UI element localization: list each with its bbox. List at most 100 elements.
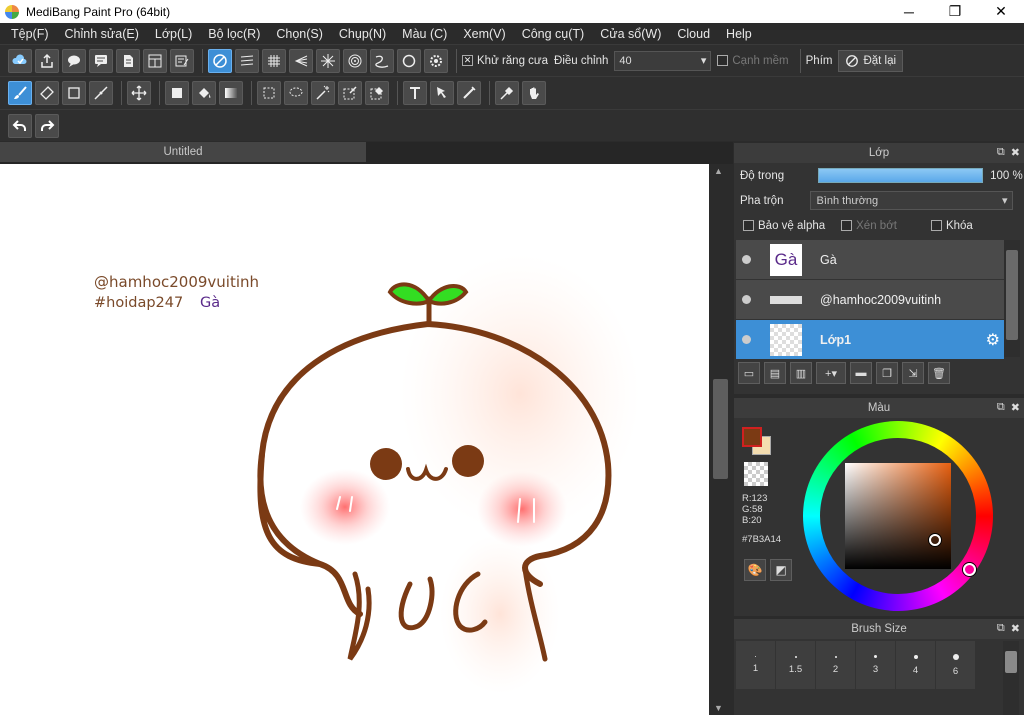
clipping-checkbox[interactable] (841, 220, 853, 231)
scroll-up-icon[interactable]: ▲ (714, 166, 723, 176)
close-panel-icon[interactable]: ✖ (1011, 622, 1020, 635)
menu-file[interactable]: Tệp(F) (3, 27, 57, 41)
menu-help[interactable]: Help (718, 27, 760, 41)
parallel-snap-icon[interactable] (235, 48, 259, 73)
sv-picker-marker[interactable] (929, 534, 941, 546)
move-tool-icon[interactable] (127, 81, 151, 105)
duplicate-layer-icon[interactable]: ❐ (876, 362, 898, 384)
gradient-tool-icon[interactable] (219, 81, 243, 105)
hand-tool-icon[interactable] (522, 81, 546, 105)
canvas-vertical-scrollbar[interactable]: ▲ ▼ (709, 164, 733, 715)
soft-edge-checkbox[interactable] (717, 55, 729, 66)
curve-snap-icon[interactable] (370, 48, 394, 73)
menu-layer[interactable]: Lớp(L) (147, 27, 200, 41)
brush-size-scrollbar[interactable] (1003, 641, 1019, 715)
adjust-select[interactable]: 40 ▾ (614, 50, 712, 71)
fill-rect-tool-icon[interactable] (165, 81, 189, 105)
snap-settings-icon[interactable] (424, 48, 448, 73)
blur-tool-icon[interactable] (89, 81, 113, 105)
radial-snap-icon[interactable] (316, 48, 340, 73)
layer-list-scrollbar[interactable] (1004, 240, 1020, 357)
circle-snap-icon[interactable] (397, 48, 421, 73)
bucket-tool-icon[interactable] (192, 81, 216, 105)
color-settings-icon[interactable]: ◩ (770, 559, 792, 581)
clipping-option[interactable]: Xén bớt (841, 220, 897, 232)
undock-icon[interactable]: ⧉ (997, 401, 1005, 414)
document-tab[interactable]: Untitled (0, 142, 366, 162)
delete-layer-icon[interactable]: 🗑 (928, 362, 950, 384)
visibility-icon[interactable] (742, 255, 751, 264)
select-rect-tool-icon[interactable] (257, 81, 281, 105)
layer-item[interactable]: Gà Gà (736, 240, 1004, 279)
brush-size-option[interactable]: 2 (816, 641, 855, 689)
scroll-down-icon[interactable]: ▼ (714, 703, 723, 713)
manage-pages-icon[interactable] (170, 48, 194, 73)
eraser-tool-icon[interactable] (35, 81, 59, 105)
brush-size-option[interactable]: 3 (856, 641, 895, 689)
maximize-button[interactable]: ❐ (932, 0, 978, 23)
new-halftone-layer-icon[interactable]: ▤ (764, 362, 786, 384)
page-icon[interactable] (116, 48, 140, 73)
protect-alpha-checkbox[interactable] (743, 220, 754, 231)
antialias-checkbox[interactable]: ✕ (462, 55, 473, 66)
dot-tool-icon[interactable] (62, 81, 86, 105)
menu-window[interactable]: Cửa sổ(W) (592, 27, 669, 41)
minimize-button[interactable]: ─ (886, 0, 932, 23)
add-layer-menu-icon[interactable]: +▾ (816, 362, 846, 384)
hue-picker-marker[interactable] (963, 563, 976, 576)
undock-icon[interactable]: ⧉ (997, 622, 1005, 635)
scrollbar-thumb[interactable] (1005, 651, 1017, 673)
foreground-color-swatch[interactable] (742, 427, 762, 447)
scrollbar-thumb[interactable] (1006, 250, 1018, 340)
menu-cloud[interactable]: Cloud (669, 27, 718, 41)
lock-checkbox[interactable] (930, 220, 942, 231)
brush-size-option[interactable]: 6 (936, 641, 975, 689)
undo-icon[interactable] (8, 113, 32, 138)
close-panel-icon[interactable]: ✖ (1011, 401, 1020, 414)
brush-size-option[interactable]: 4 (896, 641, 935, 689)
soft-edge-option[interactable]: Cạnh mềm (717, 55, 789, 67)
reset-button[interactable]: Đặt lại (838, 49, 904, 72)
panel-layout-icon[interactable] (143, 48, 167, 73)
new-folder-icon[interactable]: ▬ (850, 362, 872, 384)
opacity-slider[interactable] (818, 168, 984, 183)
perspective-snap-icon[interactable] (289, 48, 313, 73)
brush-size-option[interactable]: 1.5 (776, 641, 815, 689)
concentric-snap-icon[interactable] (343, 48, 367, 73)
scrollbar-thumb[interactable] (713, 379, 728, 479)
grid-snap-icon[interactable] (262, 48, 286, 73)
blend-mode-select[interactable]: Bình thường ▾ (810, 191, 1014, 210)
menu-edit[interactable]: Chỉnh sửa(E) (57, 27, 147, 41)
antialias-option[interactable]: ✕ Khử răng cưa (462, 55, 548, 67)
speech-box-icon[interactable] (89, 48, 113, 73)
layer-item-selected[interactable]: Lớp1 ⚙ (736, 320, 1004, 359)
snap-off-icon[interactable] (208, 48, 232, 73)
lasso-tool-icon[interactable] (284, 81, 308, 105)
eyedropper-tool-icon[interactable] (495, 81, 519, 105)
divide-tool-icon[interactable] (457, 81, 481, 105)
menu-select[interactable]: Chọn(S) (268, 27, 331, 41)
menu-color[interactable]: Màu (C) (394, 27, 455, 41)
select-pen-tool-icon[interactable] (338, 81, 362, 105)
protect-alpha-option[interactable]: Bảo vệ alpha (743, 220, 825, 232)
merge-layer-icon[interactable]: ⇲ (902, 362, 924, 384)
visibility-icon[interactable] (742, 335, 751, 344)
brush-size-option[interactable]: 1 (736, 641, 775, 689)
upload-icon[interactable] (35, 48, 59, 73)
menu-capture[interactable]: Chụp(N) (331, 27, 394, 41)
operation-tool-icon[interactable] (430, 81, 454, 105)
speech-bubble-icon[interactable] (62, 48, 86, 73)
transparent-color-swatch[interactable] (744, 462, 768, 486)
layer-item[interactable]: @hamhoc2009vuitinh (736, 280, 1004, 319)
close-panel-icon[interactable]: ✖ (1011, 146, 1020, 159)
hue-ring[interactable] (803, 421, 993, 611)
redo-icon[interactable] (35, 113, 59, 138)
new-layer-icon[interactable]: ▭ (738, 362, 760, 384)
menu-tools[interactable]: Công cụ(T) (514, 27, 593, 41)
menu-view[interactable]: Xem(V) (455, 27, 513, 41)
layer-settings-icon[interactable]: ⚙ (986, 330, 1000, 350)
undock-icon[interactable]: ⧉ (997, 146, 1005, 159)
cloud-save-icon[interactable] (8, 48, 32, 73)
select-eraser-tool-icon[interactable] (365, 81, 389, 105)
drawing-canvas[interactable]: @hamhoc2009vuitinh #hoidap247 Gà (0, 164, 709, 715)
